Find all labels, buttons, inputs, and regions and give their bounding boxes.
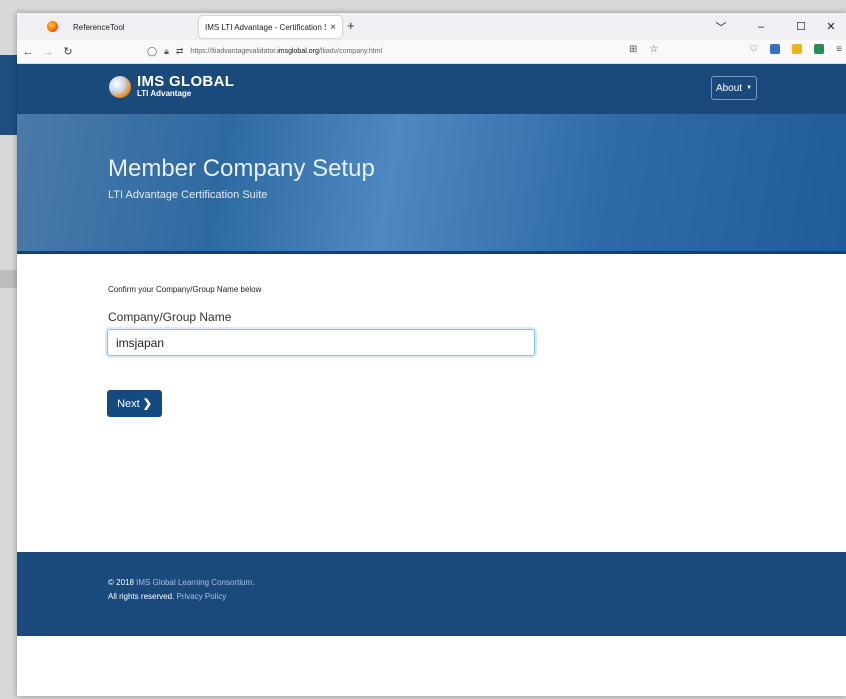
forward-icon[interactable]: → <box>39 46 57 58</box>
pocket-icon[interactable]: ♡ <box>749 44 758 55</box>
maximize-button[interactable]: ☐ <box>786 20 816 33</box>
reload-icon[interactable]: ↻ <box>59 45 77 58</box>
ims-global-logo[interactable]: IMS GLOBAL LTI Advantage <box>109 73 235 98</box>
main-content: Confirm your Company/Group Name below Co… <box>17 254 846 541</box>
site-header: IMS GLOBAL LTI Advantage About ▼ <box>17 64 846 114</box>
tab-label: IMS LTI Advantage - Certification S… <box>205 22 327 32</box>
hero-banner: Member Company Setup LTI Advantage Certi… <box>17 114 846 254</box>
lock-icon[interactable]: 🔒︎ <box>164 46 169 57</box>
globe-icon <box>109 75 131 98</box>
url-bar[interactable]: ◯ 🔒︎ ⇄ https://ltiadvantagevalidator. ims… <box>147 42 707 61</box>
tab-label: ReferenceTool <box>73 22 125 32</box>
copyright-text: © 2018 <box>108 578 134 587</box>
translate-icon[interactable]: ⊞ <box>629 44 637 55</box>
site-footer: © 2018 IMS Global Learning Consortium. A… <box>17 552 846 636</box>
page-subtitle: LTI Advantage Certification Suite <box>108 189 268 201</box>
footer-rights: All rights reserved. Privacy Policy <box>108 592 226 601</box>
window-controls: ﹀ – ☐ ✕ <box>706 13 846 40</box>
company-name-input[interactable] <box>107 329 535 356</box>
url-domain: imsglobal.org <box>277 48 319 55</box>
tab-strip: ReferenceTool × IMS LTI Advantage - Cert… <box>17 13 846 40</box>
desktop-background <box>0 55 17 135</box>
logo-title: IMS GLOBAL <box>137 73 235 90</box>
rights-text: All rights reserved. <box>108 592 175 601</box>
desktop-background-gray <box>0 270 17 288</box>
firefox-icon[interactable] <box>47 21 58 32</box>
logo-subtitle: LTI Advantage <box>137 89 192 98</box>
menu-icon[interactable]: ≡ <box>836 44 842 55</box>
next-label: Next <box>117 397 140 410</box>
new-tab-button[interactable]: + <box>347 18 355 33</box>
caret-down-icon: ▼ <box>746 85 753 91</box>
extension-badge-icon[interactable] <box>814 44 825 54</box>
url-actions: ⊞ ☆ <box>629 44 658 55</box>
next-button[interactable]: Next ❯ <box>107 390 162 417</box>
chevron-right-icon: ❯ <box>142 398 152 410</box>
extension-pen-icon[interactable] <box>792 44 803 54</box>
browser-window: ReferenceTool × IMS LTI Advantage - Cert… <box>17 13 846 696</box>
about-dropdown-button[interactable]: About ▼ <box>711 76 757 100</box>
tab-referencetool[interactable]: ReferenceTool × <box>67 16 215 38</box>
close-window-button[interactable]: ✕ <box>816 20 846 33</box>
minimize-button[interactable]: – <box>736 21 786 33</box>
page-title: Member Company Setup <box>108 155 375 182</box>
url-prefix: https://ltiadvantagevalidator. <box>190 48 278 55</box>
web-page: IMS GLOBAL LTI Advantage About ▼ Member … <box>17 64 846 696</box>
privacy-policy-link[interactable]: Privacy Policy <box>176 592 226 601</box>
org-link[interactable]: IMS Global Learning Consortium. <box>136 578 254 587</box>
close-tab-icon[interactable]: × <box>330 22 336 33</box>
instruction-text: Confirm your Company/Group Name below <box>108 285 262 294</box>
tab-list-icon[interactable]: ﹀ <box>706 19 736 35</box>
tab-ims-lti[interactable]: IMS LTI Advantage - Certification S… × <box>199 16 342 38</box>
permissions-icon[interactable]: ⇄ <box>176 46 184 57</box>
url-path: /ltiadv/company.html <box>318 48 383 55</box>
about-label: About <box>715 82 743 94</box>
footer-copyright: © 2018 IMS Global Learning Consortium. <box>108 578 254 587</box>
bookmark-star-icon[interactable]: ☆ <box>649 44 658 55</box>
navigation-bar: ← → ↻ ◯ 🔒︎ ⇄ https://ltiadvantagevalidat… <box>17 40 846 64</box>
extension-translate-icon[interactable] <box>770 44 781 54</box>
company-name-label: Company/Group Name <box>108 310 232 324</box>
back-icon[interactable]: ← <box>19 46 37 58</box>
toolbar-right: ♡ ≡ <box>749 44 842 55</box>
shield-icon[interactable]: ◯ <box>147 46 157 57</box>
